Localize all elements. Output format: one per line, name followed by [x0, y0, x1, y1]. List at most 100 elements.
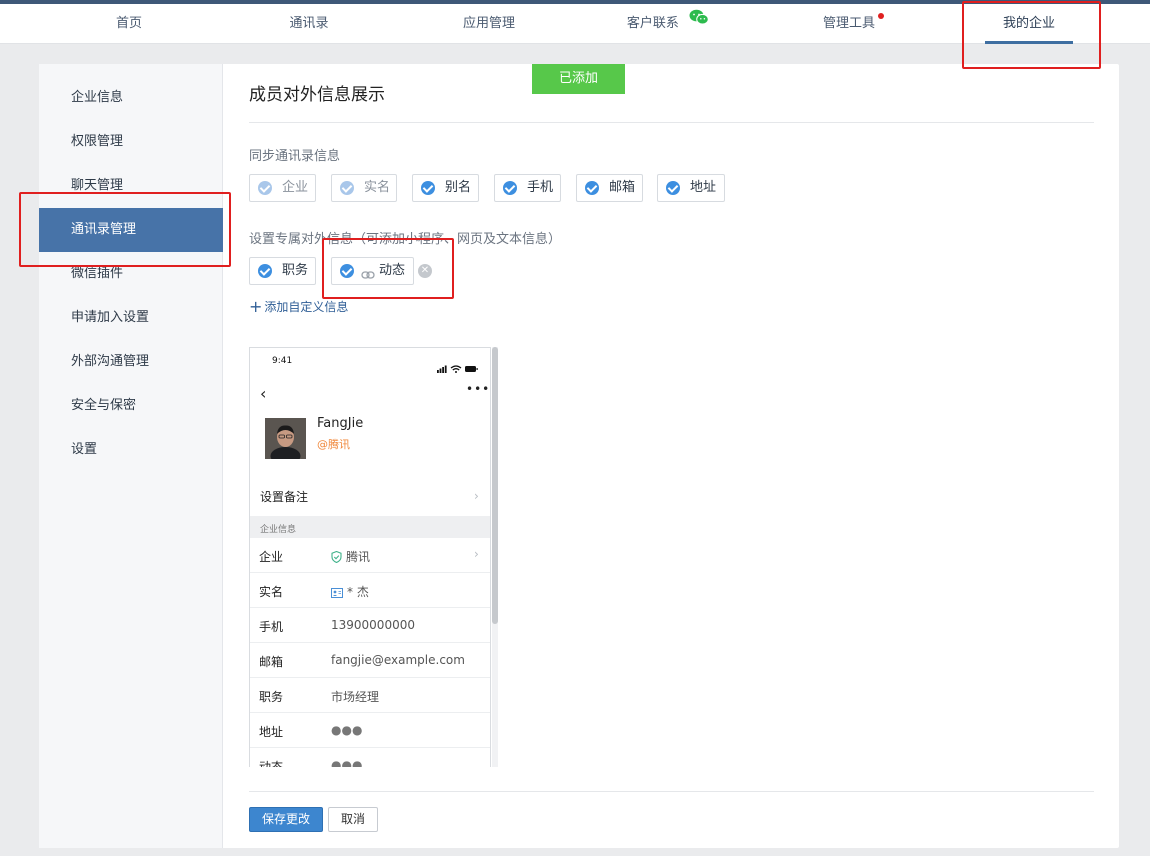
chip-email[interactable]: 邮箱 — [576, 174, 643, 202]
info-key: 动态 — [259, 760, 284, 767]
info-row-email: 邮箱 fangjie@example.com — [250, 643, 490, 678]
nav-active-underline — [985, 41, 1073, 44]
plus-icon: + — [249, 297, 263, 316]
info-value: ●●● — [331, 758, 363, 767]
info-key: 实名 — [259, 585, 284, 599]
sidebar-item-company-info[interactable]: 企业信息 — [39, 76, 223, 120]
chip-job-title[interactable]: 职务 — [249, 257, 316, 285]
sidebar-item-contacts-management[interactable]: 通讯录管理 — [39, 208, 223, 252]
chip-phone[interactable]: 手机 — [494, 174, 561, 202]
info-key: 地址 — [259, 725, 284, 739]
set-remark-row[interactable]: 设置备注 — [260, 488, 308, 505]
chip-address[interactable]: 地址 — [657, 174, 725, 202]
remove-icon[interactable]: ✕ — [418, 264, 432, 278]
check-icon — [421, 181, 435, 195]
top-navigation: 首页 通讯录 应用管理 客户联系 管理工具 我的企业 — [0, 4, 1150, 44]
check-icon — [258, 181, 272, 195]
sidebar-item-wechat-plugin[interactable]: 微信插件 — [39, 252, 223, 296]
nav-my-company-label: 我的企业 — [1002, 16, 1055, 31]
info-row-address: 地址 ●●● — [250, 713, 490, 748]
nav-my-company[interactable]: 我的企业 — [985, 4, 1073, 44]
sidebar-item-label: 通讯录管理 — [71, 222, 137, 237]
check-icon — [258, 264, 272, 278]
content-panel: 企业信息 权限管理 聊天管理 通讯录管理 微信插件 申请加入设置 外部沟通管理 … — [39, 64, 1119, 848]
notification-dot — [878, 13, 884, 19]
footer-divider — [249, 791, 1094, 792]
preview-scrollbar[interactable] — [492, 347, 498, 624]
avatar — [265, 418, 306, 459]
sidebar-item-label: 微信插件 — [71, 266, 124, 281]
sync-section-label: 同步通讯录信息 — [249, 149, 341, 164]
sidebar-item-permissions[interactable]: 权限管理 — [39, 120, 223, 164]
company-info-header: 企业信息 — [260, 525, 297, 535]
add-custom-info-link[interactable]: + 添加自定义信息 — [249, 297, 348, 316]
info-row-company: 企业 腾讯 › — [250, 538, 490, 573]
chip-label: 别名 — [445, 180, 472, 195]
chevron-right-icon: › — [474, 547, 479, 561]
chip-activity[interactable]: 动态 — [331, 257, 414, 285]
chip-label: 邮箱 — [609, 180, 636, 195]
info-row-real-name: 实名 * 杰 — [250, 573, 490, 608]
nav-contacts[interactable]: 通讯录 — [272, 4, 346, 44]
info-row-phone: 手机 13900000000 — [250, 608, 490, 643]
chip-label: 企业 — [282, 180, 309, 195]
sidebar-item-label: 外部沟通管理 — [71, 354, 150, 369]
info-value: * 杰 — [331, 583, 369, 601]
status-time: 9:41 — [272, 356, 293, 366]
add-custom-label: 添加自定义信息 — [264, 300, 349, 314]
info-value: ●●● — [331, 723, 363, 737]
info-key: 企业 — [259, 550, 284, 564]
main-content: 成员对外信息展示 已添加 同步通讯录信息 企业 实名 别名 手机 邮箱 地址 设… — [249, 64, 1094, 848]
info-key: 手机 — [259, 620, 284, 634]
info-key: 职务 — [259, 690, 284, 704]
chip-label: 职务 — [282, 263, 309, 278]
sidebar-item-external-communication[interactable]: 外部沟通管理 — [39, 340, 223, 384]
id-card-icon — [331, 587, 343, 601]
back-icon[interactable]: ‹ — [260, 384, 266, 403]
added-toast: 已添加 — [532, 64, 625, 94]
link-icon — [361, 265, 375, 291]
save-button[interactable]: 保存更改 — [249, 807, 323, 832]
nav-home-label: 首页 — [115, 16, 142, 31]
nav-admin-tools-label: 管理工具 — [822, 16, 875, 31]
more-icon[interactable]: ••• — [466, 382, 490, 396]
sidebar-item-label: 企业信息 — [71, 90, 124, 105]
sidebar-item-label: 权限管理 — [71, 134, 124, 149]
check-icon — [503, 181, 517, 195]
sidebar-item-chat-management[interactable]: 聊天管理 — [39, 164, 223, 208]
sidebar-item-label: 申请加入设置 — [71, 310, 150, 325]
nav-contacts-label: 通讯录 — [289, 16, 329, 31]
nav-home[interactable]: 首页 — [100, 4, 158, 44]
profile-company: @腾讯 — [317, 438, 350, 451]
profile-name: FangJie — [317, 416, 364, 431]
chip-label: 动态 — [379, 263, 406, 278]
info-row-job-title: 职务 市场经理 — [250, 678, 490, 713]
chip-company: 企业 — [249, 174, 316, 202]
cancel-button[interactable]: 取消 — [328, 807, 378, 832]
sidebar-item-label: 设置 — [71, 442, 98, 457]
sidebar-item-label: 聊天管理 — [71, 178, 124, 193]
wechat-icon — [689, 2, 709, 42]
nav-app-management[interactable]: 应用管理 — [448, 4, 530, 44]
info-key: 邮箱 — [259, 655, 284, 669]
verified-shield-icon — [331, 550, 342, 566]
sidebar-item-security[interactable]: 安全与保密 — [39, 384, 223, 428]
nav-customer-contact[interactable]: 客户联系 — [618, 4, 718, 44]
info-value: 腾讯 — [331, 548, 370, 566]
check-icon — [340, 181, 354, 195]
nav-admin-tools[interactable]: 管理工具 — [812, 4, 886, 44]
info-value: fangjie@example.com — [331, 653, 465, 667]
custom-section-label: 设置专属对外信息（可添加小程序、网页及文本信息） — [249, 232, 562, 247]
sidebar-item-join-settings[interactable]: 申请加入设置 — [39, 296, 223, 340]
check-icon — [340, 264, 354, 278]
chip-real-name: 实名 — [331, 174, 397, 202]
info-value-text: 腾讯 — [346, 550, 371, 564]
chip-alias[interactable]: 别名 — [412, 174, 479, 202]
chip-label: 实名 — [364, 180, 391, 195]
sidebar-item-settings[interactable]: 设置 — [39, 428, 223, 472]
nav-customer-contact-label: 客户联系 — [626, 16, 679, 31]
profile-preview: 9:41 ‹ ••• FangJie @腾讯 设置备注 › 企业信息 企业 腾讯… — [249, 347, 491, 767]
chip-label: 地址 — [690, 180, 717, 195]
sidebar-item-label: 安全与保密 — [71, 398, 137, 413]
info-value: 13900000000 — [331, 618, 415, 632]
